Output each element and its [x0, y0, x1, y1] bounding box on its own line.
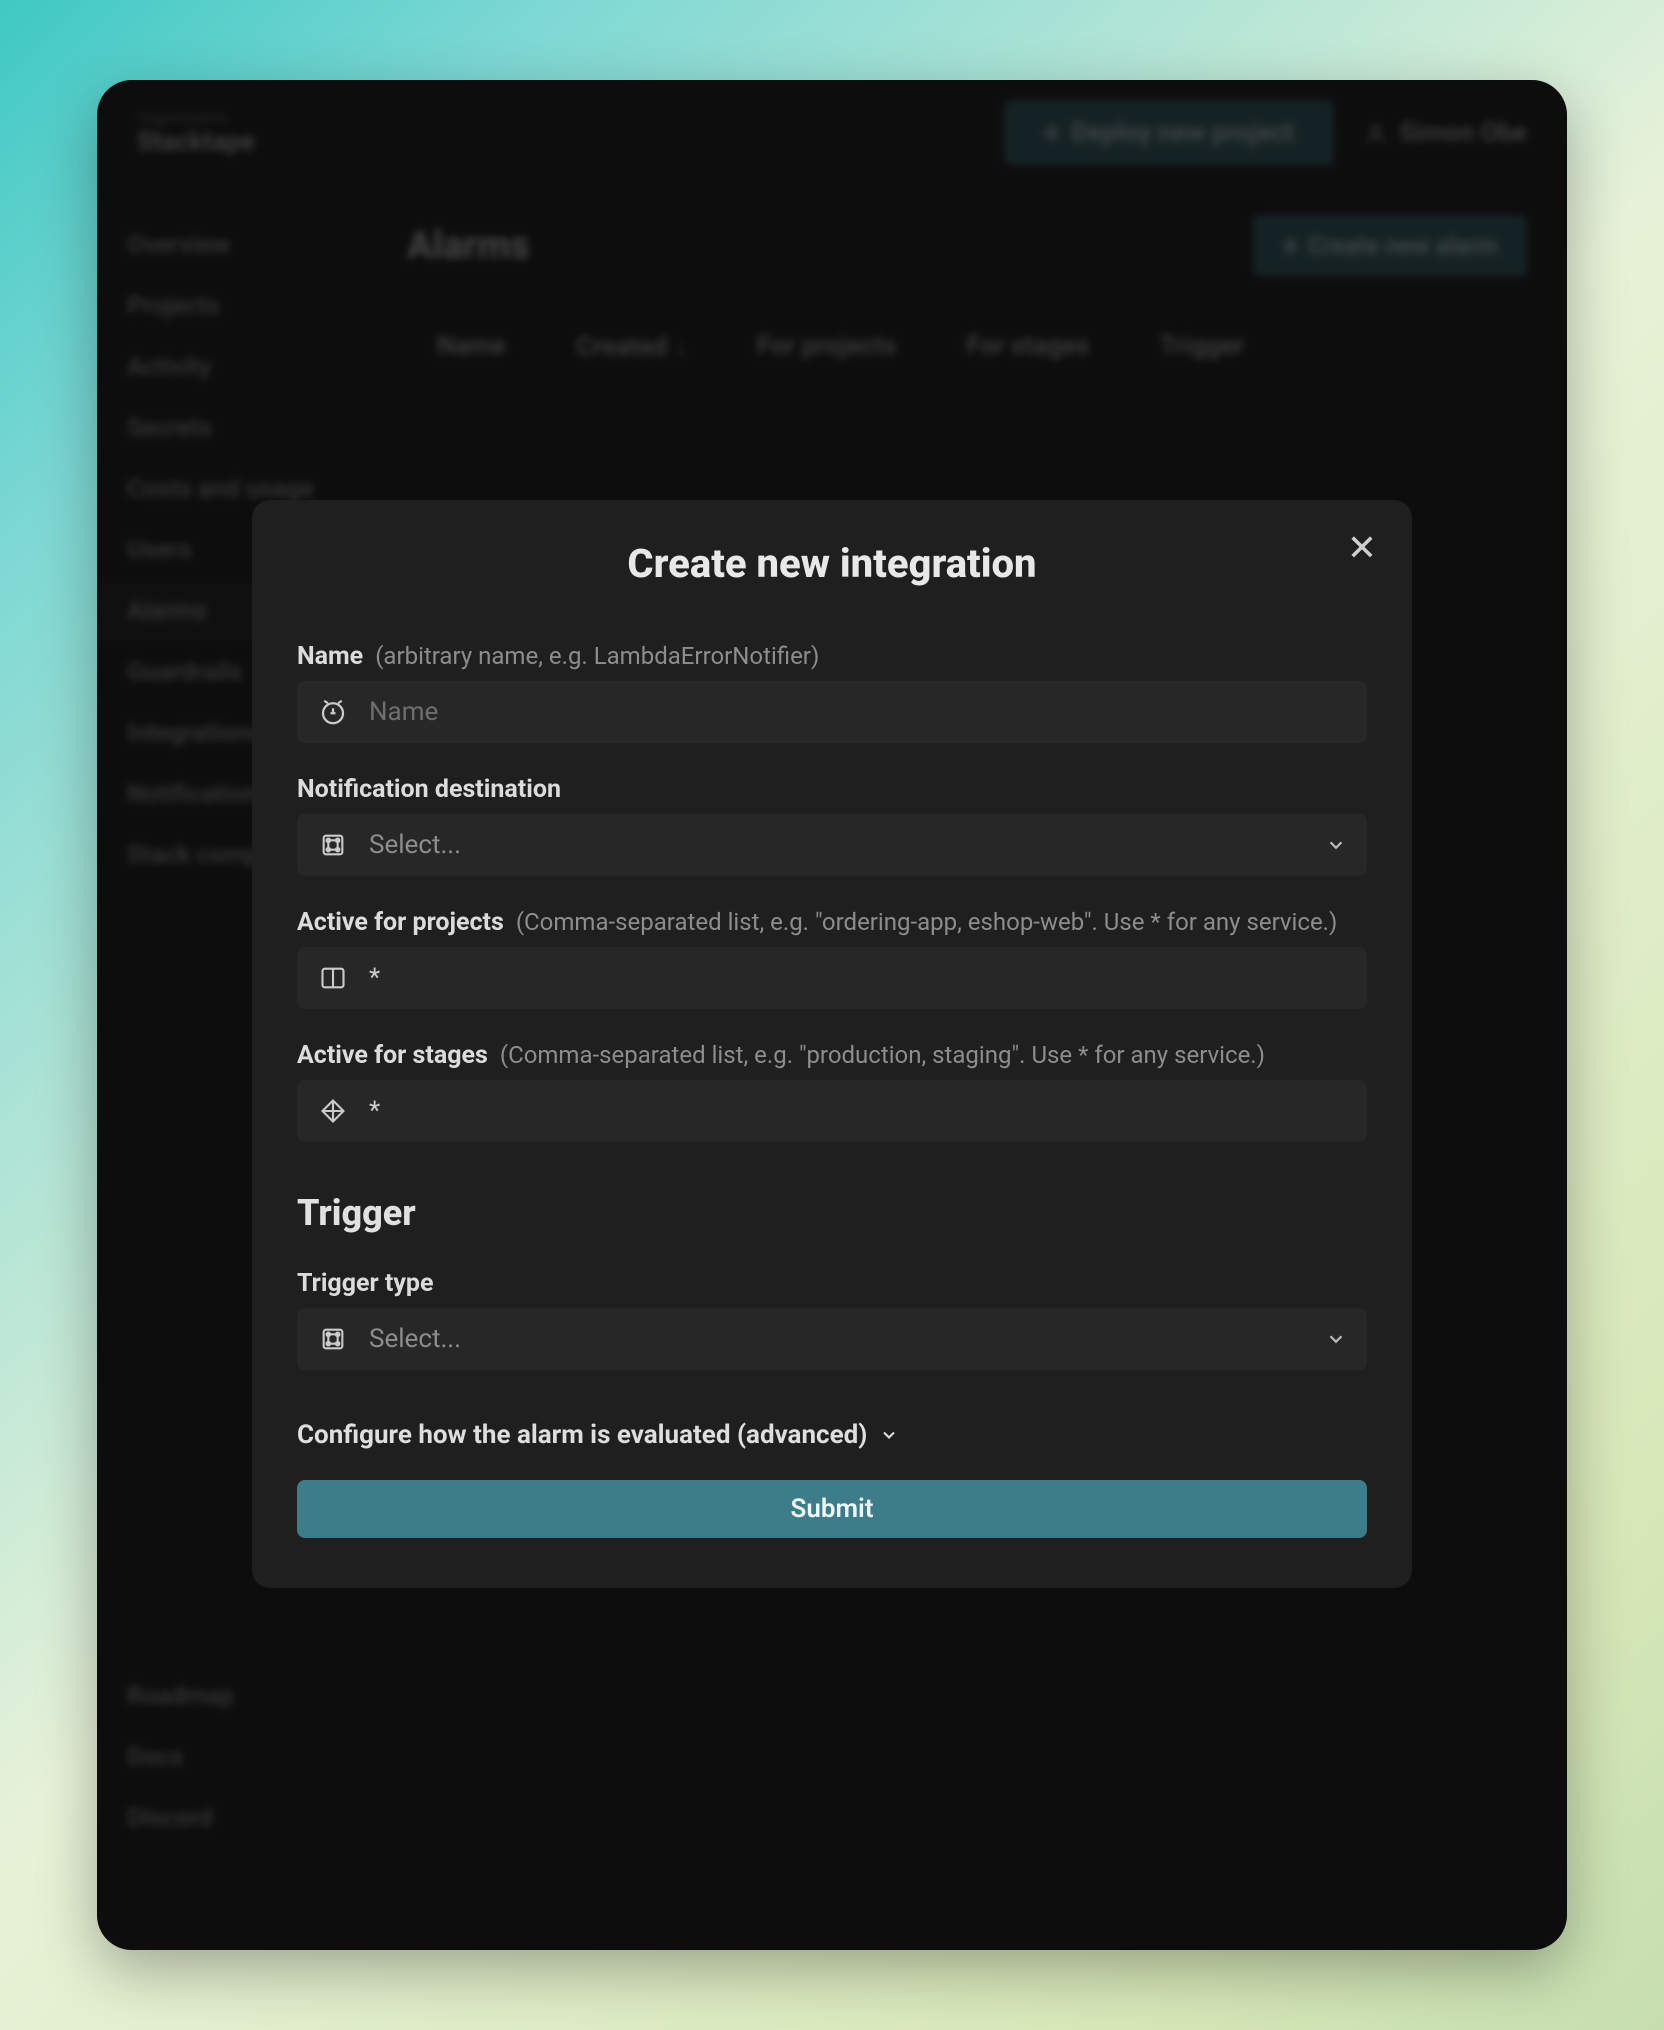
create-integration-modal: ✕ Create new integration Name (arbitrary… [252, 500, 1412, 1588]
trigger-type-icon [317, 1323, 349, 1355]
modal-overlay: ✕ Create new integration Name (arbitrary… [97, 80, 1567, 1950]
projects-label: Active for projects [297, 908, 504, 937]
projects-hint: (Comma-separated list, e.g. "ordering-ap… [516, 908, 1338, 936]
advanced-toggle[interactable]: Configure how the alarm is evaluated (ad… [297, 1420, 1367, 1450]
stages-label: Active for stages [297, 1041, 488, 1070]
stages-input[interactable] [369, 1096, 1347, 1126]
projects-input-row [297, 947, 1367, 1009]
name-label: Name [297, 642, 363, 671]
app-window: Organization Stacktape + Deploy new proj… [97, 80, 1567, 1950]
chevron-down-icon [1325, 1328, 1347, 1350]
destination-placeholder: Select... [369, 830, 1305, 860]
submit-button[interactable]: Submit [297, 1480, 1367, 1538]
chevron-down-icon [1325, 834, 1347, 856]
chevron-down-icon [879, 1425, 899, 1445]
advanced-label: Configure how the alarm is evaluated (ad… [297, 1420, 867, 1450]
trigger-type-label: Trigger type [297, 1269, 433, 1298]
stages-input-row [297, 1080, 1367, 1142]
trigger-section-title: Trigger [297, 1192, 1367, 1234]
close-icon[interactable]: ✕ [1347, 530, 1377, 566]
alarm-add-icon [317, 696, 349, 728]
trigger-type-placeholder: Select... [369, 1324, 1305, 1354]
diamond-icon [317, 1095, 349, 1127]
projects-input[interactable] [369, 963, 1347, 993]
destination-select[interactable]: Select... [297, 814, 1367, 876]
destination-label: Notification destination [297, 775, 561, 804]
stages-hint: (Comma-separated list, e.g. "production,… [500, 1041, 1265, 1069]
name-input[interactable] [369, 697, 1347, 727]
trigger-type-select[interactable]: Select... [297, 1308, 1367, 1370]
columns-icon [317, 962, 349, 994]
name-input-row [297, 681, 1367, 743]
name-hint: (arbitrary name, e.g. LambdaErrorNotifie… [375, 642, 819, 670]
modal-title: Create new integration [297, 540, 1367, 587]
destination-icon [317, 829, 349, 861]
